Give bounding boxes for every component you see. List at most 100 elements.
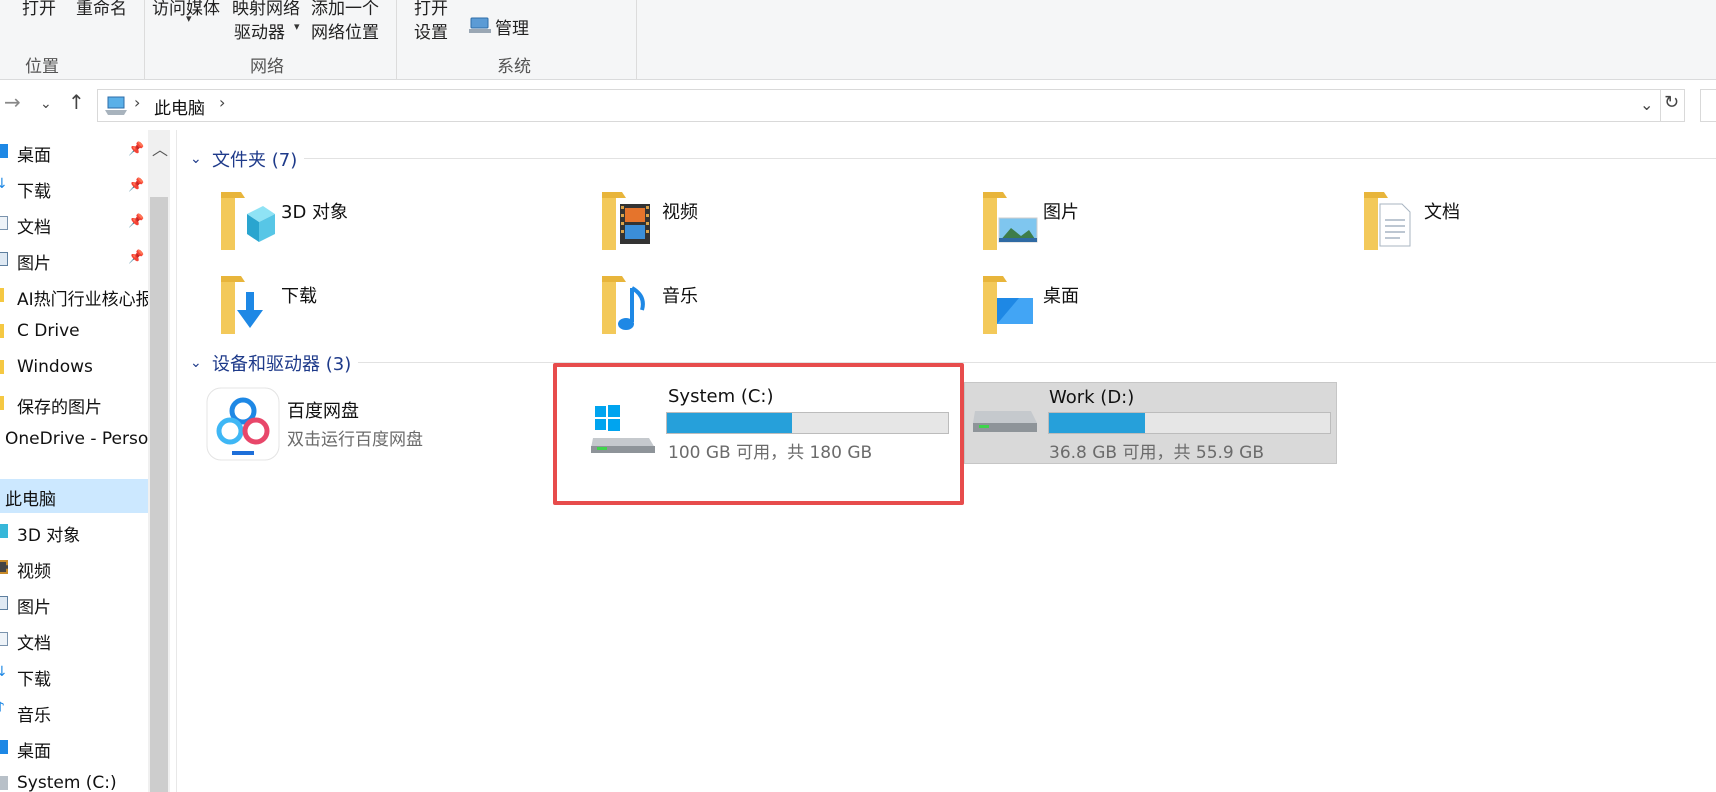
scroll-up-arrow-icon[interactable]: ︿ — [152, 136, 168, 160]
sidebar-item-videos[interactable]: 视频 — [0, 551, 148, 585]
breadcrumb-this-pc[interactable]: 此电脑 — [154, 94, 205, 119]
address-bar[interactable] — [97, 89, 1685, 122]
folder-label: 音乐 — [662, 286, 698, 307]
sidebar-item-onedrive[interactable]: OneDrive - Perso — [0, 423, 148, 457]
breadcrumb-chevron-icon[interactable]: › — [134, 93, 140, 112]
location-group-label: 位置 — [25, 57, 59, 77]
sidebar-item-label: 3D 对象 — [17, 526, 81, 546]
drive-name: System (C:) — [668, 386, 774, 407]
sidebar-item-label: AI热门行业核心报 — [17, 290, 148, 310]
breadcrumb-chevron-icon[interactable]: › — [219, 93, 225, 112]
access-media-dropdown-icon[interactable]: ▾ — [186, 12, 192, 25]
section-divider — [358, 362, 1716, 363]
folder-label: 图片 — [1043, 202, 1079, 223]
desktop-folder-icon — [983, 276, 1033, 334]
add-network-location-line2[interactable]: 网络位置 — [311, 18, 379, 43]
refresh-button[interactable]: ↻ — [1660, 89, 1685, 122]
drive-work-d[interactable]: Work (D:) 36.8 GB 可用，共 55.9 GB — [964, 382, 1337, 464]
folder-downloads[interactable]: 下载 — [215, 274, 595, 354]
map-drive-dropdown-icon[interactable]: ▾ — [294, 20, 300, 33]
sidebar-item-label: 下载 — [17, 670, 51, 690]
sidebar-item-label: 下载 — [17, 182, 51, 202]
network-group-label: 网络 — [250, 57, 284, 77]
folder-3d-objects[interactable]: 3D 对象 — [215, 190, 595, 270]
open-settings-line2[interactable]: 设置 — [414, 18, 448, 43]
sidebar-item-label: 音乐 — [17, 706, 51, 726]
pin-icon[interactable]: 📌 — [128, 214, 144, 229]
sidebar-item-downloads[interactable]: ↓ 下载 — [0, 659, 148, 693]
address-dropdown-icon[interactable]: ⌄ — [1640, 95, 1653, 114]
film-folder-icon — [602, 192, 650, 250]
refresh-icon: ↻ — [1664, 92, 1680, 113]
pin-icon[interactable]: 📌 — [128, 250, 144, 265]
sidebar-item-label: 此电脑 — [5, 490, 56, 510]
devices-section-title[interactable]: 设备和驱动器 (3) — [212, 350, 351, 376]
group-divider — [636, 0, 637, 80]
map-drive-line2[interactable]: 驱动器 — [234, 18, 285, 43]
folder-icon — [0, 324, 4, 338]
cube-icon — [0, 524, 8, 538]
map-drive-line1[interactable]: 映射网络 — [232, 0, 300, 19]
sidebar-item-system-c[interactable]: System (C:) — [0, 767, 148, 792]
picture-folder-icon — [983, 192, 1038, 250]
folder-videos[interactable]: 视频 — [596, 190, 976, 270]
folder-icon — [0, 396, 4, 410]
add-network-location-line1[interactable]: 添加一个 — [311, 0, 379, 19]
collapse-chevron-icon[interactable]: ⌄ — [190, 355, 202, 371]
folder-icon — [0, 360, 4, 374]
baidu-netdisk-icon — [206, 387, 280, 461]
folder-label: 桌面 — [1043, 286, 1079, 307]
sidebar-item-windows-folder[interactable]: Windows — [0, 351, 148, 385]
folders-section-title[interactable]: 文件夹 (7) — [212, 146, 297, 172]
drive-free-space: 100 GB 可用，共 180 GB — [668, 443, 873, 463]
open-settings-line1[interactable]: 打开 — [414, 0, 448, 19]
sidebar-scrollbar-thumb[interactable] — [150, 197, 168, 792]
sidebar-item-3d-objects[interactable]: 3D 对象 — [0, 515, 148, 549]
pane-divider — [176, 130, 177, 792]
sidebar-item-desktop-quick[interactable]: 桌面 📌 — [0, 135, 148, 169]
pin-icon[interactable]: 📌 — [128, 142, 144, 157]
sidebar-item-music[interactable]: ♪ 音乐 — [0, 695, 148, 729]
baidu-netdisk-description: 双击运行百度网盘 — [287, 430, 423, 450]
sidebar-item-documents-quick[interactable]: 文档 📌 — [0, 207, 148, 241]
sidebar-item-label: 保存的图片 — [17, 398, 102, 418]
sidebar-item-this-pc[interactable]: 此电脑 — [0, 479, 148, 513]
file-explorer-window: 打开 重命名 位置 访问媒体 ▾ 映射网络 驱动器 ▾ 添加一个 网络位置 网络… — [0, 0, 1716, 792]
sidebar-item-folder[interactable]: AI热门行业核心报 — [0, 279, 148, 313]
sidebar-item-desktop[interactable]: 桌面 — [0, 731, 148, 765]
baidu-netdisk-item[interactable]: 百度网盘 双击运行百度网盘 — [204, 385, 544, 463]
download-arrow-icon: ↓ — [0, 176, 8, 192]
sidebar-item-documents[interactable]: 文档 — [0, 623, 148, 657]
folder-music[interactable]: 音乐 — [596, 274, 976, 354]
folder-label: 文档 — [1424, 202, 1460, 223]
folder-documents[interactable]: 文档 — [1358, 190, 1716, 270]
recent-locations-chevron-icon[interactable]: ⌄ — [40, 96, 52, 112]
collapse-chevron-icon[interactable]: ⌄ — [190, 151, 202, 167]
sidebar-item-label: C Drive — [17, 321, 80, 341]
drive-usage-fill — [667, 413, 792, 433]
sidebar-item-downloads-quick[interactable]: ↓ 下载 📌 — [0, 171, 148, 205]
manage-button[interactable]: 管理 — [495, 14, 529, 39]
download-arrow-icon: ↓ — [0, 664, 8, 680]
sidebar-item-label: 图片 — [17, 254, 51, 274]
rename-button[interactable]: 重命名 — [76, 0, 127, 19]
sidebar-item-pictures[interactable]: 图片 — [0, 587, 148, 621]
forward-arrow-icon[interactable]: → — [4, 90, 21, 114]
up-arrow-icon[interactable]: ↑ — [68, 90, 85, 114]
search-box[interactable] — [1700, 89, 1716, 122]
sidebar-item-c-drive-folder[interactable]: C Drive — [0, 315, 148, 349]
drive-usage-bar — [1048, 412, 1331, 434]
pin-icon[interactable]: 📌 — [128, 178, 144, 193]
drive-system-c[interactable]: System (C:) 100 GB 可用，共 180 GB — [583, 380, 955, 474]
picture-icon — [0, 252, 8, 266]
sidebar-item-saved-pictures[interactable]: 保存的图片 — [0, 387, 148, 421]
folder-desktop[interactable]: 桌面 — [977, 274, 1357, 354]
drive-icon — [973, 411, 1037, 432]
document-folder-icon — [1364, 192, 1411, 250]
download-folder-icon — [221, 276, 263, 334]
sidebar-item-pictures-quick[interactable]: 图片 📌 — [0, 243, 148, 277]
open-button[interactable]: 打开 — [22, 0, 56, 19]
folder-pictures[interactable]: 图片 — [977, 190, 1357, 270]
manage-computer-icon[interactable] — [468, 14, 492, 36]
system-group-label: 系统 — [497, 57, 531, 77]
